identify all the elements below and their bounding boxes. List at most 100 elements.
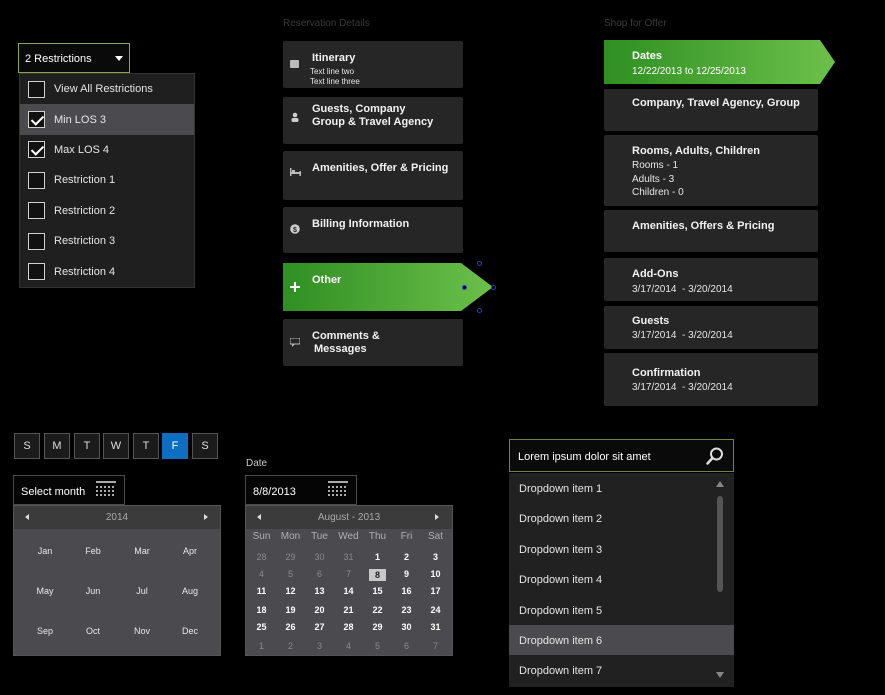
resize-handle[interactable] [477,308,482,313]
calendar-icon[interactable] [328,481,348,499]
month-cell[interactable]: Jul [116,586,168,596]
calendar-day[interactable]: 25 [247,622,276,632]
next-year-arrow-icon[interactable] [204,514,208,520]
checkbox[interactable] [28,232,45,250]
date-picker-field[interactable]: 8/8/2013 [245,475,357,505]
calendar-day[interactable]: 5 [363,641,392,651]
step-comments[interactable]: Comments & Messages [283,319,463,366]
shop-step-addons[interactable]: Add-Ons 3/17/2014 - 3/20/2014 [604,258,818,301]
restriction-item-view-all[interactable]: View All Restrictions [20,74,194,104]
weekday-toggle-sun[interactable]: S [14,433,40,459]
calendar-day[interactable]: 23 [392,605,421,615]
calendar-day[interactable]: 28 [247,552,276,562]
restriction-item-4[interactable]: Restriction 4 [20,256,194,286]
calendar-day[interactable]: 31 [421,622,450,632]
calendar-day[interactable]: 6 [305,569,334,579]
shop-step-dates-active[interactable]: Dates 12/22/2013 to 12/25/2013 [604,40,836,84]
dropdown-item[interactable]: Dropdown item 3 [509,534,734,564]
calendar-day[interactable]: 30 [305,552,334,562]
checkbox[interactable] [28,80,45,98]
calendar-day[interactable]: 7 [334,569,363,579]
dropdown-item[interactable]: Dropdown item 4 [509,564,734,594]
scroll-up-arrow-icon[interactable] [716,481,724,487]
calendar-day[interactable]: 29 [363,622,392,632]
calendar-day[interactable]: 2 [276,641,305,651]
month-cell[interactable]: Sep [19,626,71,636]
weekday-toggle-tue[interactable]: T [74,433,100,459]
month-cell[interactable]: Feb [67,546,119,556]
month-cell[interactable]: May [19,586,71,596]
calendar-day[interactable]: 18 [247,605,276,615]
calendar-day[interactable]: 3 [421,552,450,562]
search-input[interactable]: Lorem ipsum dolor sit amet [509,439,734,472]
month-cell[interactable]: Apr [164,546,216,556]
calendar-day[interactable]: 4 [247,569,276,579]
shop-step-company[interactable]: Company, Travel Agency, Group [604,89,818,131]
dropdown-item[interactable]: Dropdown item 5 [509,595,734,625]
calendar-day[interactable]: 26 [276,622,305,632]
dropdown-item[interactable]: Dropdown item 7 [509,655,734,685]
calendar-day[interactable]: 6 [392,641,421,651]
checkbox-checked[interactable] [28,111,45,129]
month-year-label[interactable]: August - 2013 [246,512,452,523]
weekday-toggle-mon[interactable]: M [44,433,70,459]
weekday-toggle-sat[interactable]: S [192,433,218,459]
step-itinerary[interactable]: Itinerary Text line two Text line three [283,41,463,88]
calendar-day[interactable]: 9 [392,569,421,579]
month-cell[interactable]: Jan [19,546,71,556]
restriction-item-2[interactable]: Restriction 2 [20,196,194,226]
calendar-day[interactable]: 13 [305,586,334,596]
weekday-toggle-fri[interactable]: F [162,433,188,459]
weekday-toggle-wed[interactable]: W [103,433,129,459]
restriction-item-min-los[interactable]: Min LOS 3 [20,104,194,135]
restriction-item-3[interactable]: Restriction 3 [20,226,194,256]
dropdown-item[interactable]: Dropdown item 1 [509,473,734,503]
dropdown-item[interactable]: Dropdown item 2 [509,503,734,533]
step-billing[interactable]: $ Billing Information [283,207,463,253]
scrollbar-thumb[interactable] [717,496,723,592]
step-amenities[interactable]: Amenities, Offer & Pricing [283,151,463,200]
month-cell[interactable]: Jun [67,586,119,596]
shop-step-amenities[interactable]: Amenities, Offers & Pricing [604,210,818,252]
calendar-day-selected[interactable]: 8 [369,569,386,581]
calendar-day[interactable]: 4 [334,641,363,651]
shop-step-guests[interactable]: Guests 3/17/2014 - 3/20/2014 [604,306,818,349]
calendar-day[interactable]: 1 [363,552,392,562]
restriction-item-1[interactable]: Restriction 1 [20,165,194,195]
search-icon[interactable] [706,447,724,465]
calendar-day[interactable]: 15 [363,586,392,596]
calendar-day[interactable]: 27 [305,622,334,632]
year-label[interactable]: 2014 [14,512,220,523]
calendar-day[interactable]: 5 [276,569,305,579]
restriction-item-max-los[interactable]: Max LOS 4 [20,135,194,165]
calendar-day[interactable]: 10 [421,569,450,579]
calendar-day[interactable]: 22 [363,605,392,615]
calendar-day[interactable]: 11 [247,586,276,596]
shop-step-rooms[interactable]: Rooms, Adults, Children Rooms - 1 Adults… [604,135,818,206]
calendar-day[interactable]: 3 [305,641,334,651]
month-cell[interactable]: Aug [164,586,216,596]
month-cell[interactable]: Mar [116,546,168,556]
calendar-icon[interactable] [96,481,116,499]
calendar-day[interactable]: 14 [334,586,363,596]
month-cell[interactable]: Nov [116,626,168,636]
resize-handle[interactable] [477,261,482,266]
checkbox-checked[interactable] [28,141,45,159]
calendar-day[interactable]: 1 [247,641,276,651]
calendar-day[interactable]: 20 [305,605,334,615]
scroll-down-arrow-icon[interactable] [716,672,724,678]
calendar-day[interactable]: 24 [421,605,450,615]
calendar-day[interactable]: 17 [421,586,450,596]
calendar-day[interactable]: 16 [392,586,421,596]
month-cell[interactable]: Dec [164,626,216,636]
dropdown-item-selected[interactable]: Dropdown item 6 [509,624,734,656]
month-cell[interactable]: Oct [67,626,119,636]
calendar-day[interactable]: 31 [334,552,363,562]
step-guests-company[interactable]: Guests, Company Group & Travel Agency [283,97,463,144]
month-picker-field[interactable]: Select month [13,475,125,505]
calendar-day[interactable]: 7 [421,641,450,651]
next-month-arrow-icon[interactable] [435,514,439,520]
calendar-day[interactable]: 12 [276,586,305,596]
checkbox[interactable] [28,202,45,220]
resize-handle[interactable] [462,285,467,290]
